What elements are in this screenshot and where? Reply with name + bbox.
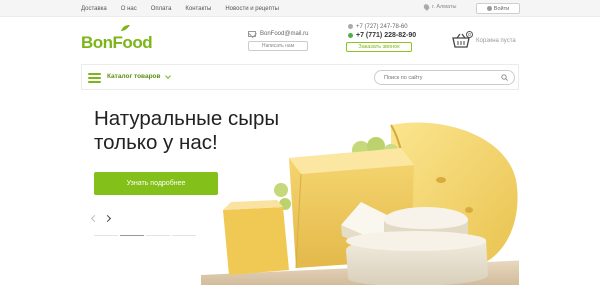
basket-icon: 0 <box>452 31 473 48</box>
login-button[interactable]: Войти <box>476 3 520 14</box>
next-arrow-icon[interactable] <box>103 214 112 223</box>
hero-slider: Натуральные сыры только у нас! Узнать по… <box>81 90 519 285</box>
logo-text: BonFood <box>81 33 153 52</box>
cart[interactable]: 0 Корзина пуста <box>452 31 516 48</box>
catalog-bar: Каталог товаров <box>81 64 519 90</box>
site-logo[interactable]: BonFood <box>81 25 153 53</box>
mail-icon <box>248 31 256 37</box>
whatsapp-icon <box>348 33 353 38</box>
phone-icon <box>348 24 353 29</box>
site-header: BonFood BonFood@mail.ru Написать нам +7 … <box>0 17 600 65</box>
email-address[interactable]: BonFood@mail.ru <box>260 31 308 37</box>
search-box <box>374 70 515 85</box>
slide-indicator[interactable] <box>172 235 196 236</box>
login-label: Войти <box>493 5 510 12</box>
search-icon[interactable] <box>501 74 508 81</box>
chevron-down-icon <box>164 72 171 79</box>
location-pin-icon <box>422 3 431 11</box>
nav-payment[interactable]: Оплата <box>151 6 172 12</box>
write-us-button[interactable]: Написать нам <box>248 41 308 51</box>
cart-status: Корзина пуста <box>476 37 516 44</box>
nav-news[interactable]: Новости и рецепты <box>225 6 279 12</box>
hero-title-line-2: только у нас! <box>94 131 218 154</box>
catalog-label: Каталог товаров <box>107 73 161 80</box>
nav-delivery[interactable]: Доставка <box>81 6 107 12</box>
slide-indicator-active[interactable] <box>120 235 144 236</box>
city-label: г. Алматы <box>432 4 457 10</box>
learn-more-button[interactable]: Узнать подробнее <box>94 172 218 195</box>
phones-block: +7 (727) 247-78-60 +7 (771) 228-82-90 За… <box>346 22 416 52</box>
prev-arrow-icon[interactable] <box>90 214 99 223</box>
user-icon <box>486 6 492 11</box>
nav-about[interactable]: О нас <box>121 6 137 12</box>
top-nav: Доставка О нас Оплата Контакты Новости и… <box>81 0 293 17</box>
cart-count-badge: 0 <box>466 31 473 38</box>
phone-1[interactable]: +7 (727) 247-78-60 <box>356 24 408 30</box>
menu-icon[interactable] <box>88 73 101 83</box>
phone-2[interactable]: +7 (771) 228-82-90 <box>356 32 416 39</box>
slider-arrows <box>90 214 112 223</box>
top-bar: Доставка О нас Оплата Контакты Новости и… <box>0 0 600 17</box>
hero-title-line-1: Натуральные сыры <box>94 107 280 130</box>
slide-indicator[interactable] <box>146 235 170 236</box>
slider-pagination <box>94 235 196 236</box>
nav-contacts[interactable]: Контакты <box>185 6 211 12</box>
slide-indicator[interactable] <box>94 235 118 236</box>
search-input[interactable] <box>384 74 494 82</box>
request-call-button[interactable]: Заказать звонок <box>346 42 412 52</box>
hero-title: Натуральные сыры только у нас! <box>94 107 279 155</box>
email-block: BonFood@mail.ru Написать нам <box>248 31 308 51</box>
catalog-dropdown[interactable]: Каталог товаров <box>107 72 171 80</box>
leaf-icon <box>121 25 130 31</box>
city-selector[interactable]: г. Алматы <box>422 3 457 11</box>
